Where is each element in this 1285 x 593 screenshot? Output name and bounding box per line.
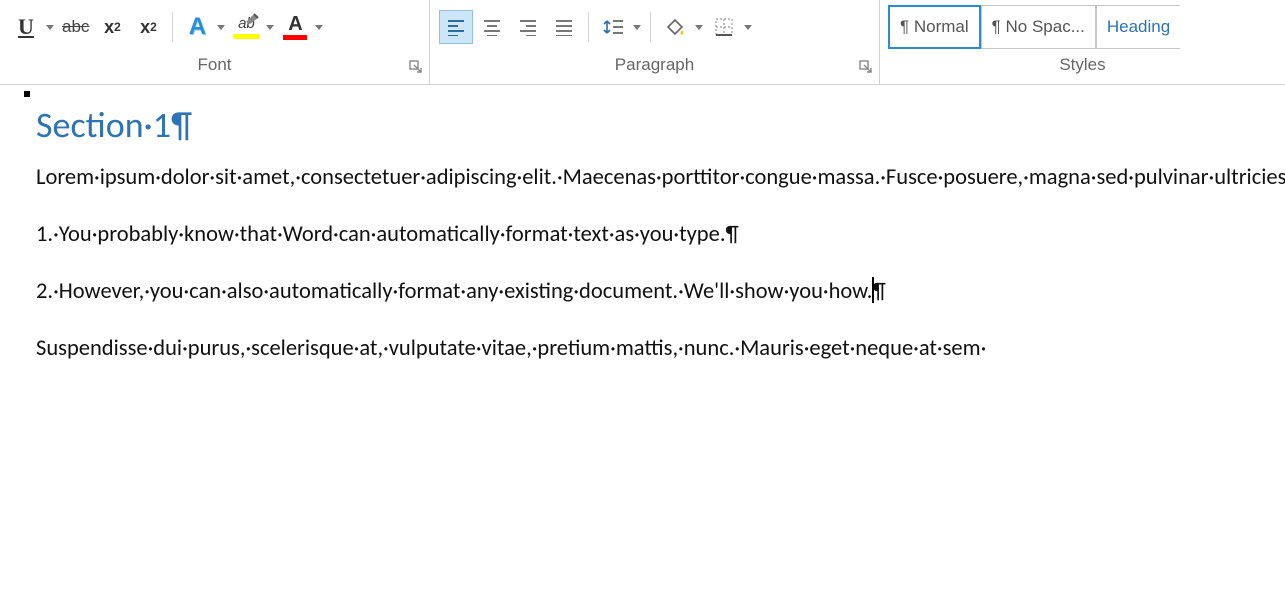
sup-label: x: [140, 17, 150, 38]
borders-icon: [714, 17, 734, 37]
text-effects-dropdown[interactable]: [215, 10, 228, 44]
borders-dropdown[interactable]: [742, 10, 755, 44]
shading-dropdown[interactable]: [693, 10, 706, 44]
sub-label: x: [104, 17, 114, 38]
highlighter-icon: [244, 12, 264, 24]
font-color-button[interactable]: A: [278, 10, 312, 44]
caret-down-icon: [695, 25, 703, 30]
sup-n: 2: [150, 20, 157, 34]
paragraph-4: Suspendisse·dui·purus,·scelerisque·at,·v…: [36, 332, 1255, 367]
group-font-label: Font: [0, 55, 429, 75]
dialog-launcher-icon: [859, 60, 873, 74]
align-center-button[interactable]: [475, 10, 509, 44]
caret-down-icon: [46, 25, 54, 30]
heading-section-1: Section·1¶: [36, 103, 1255, 147]
align-left-icon: [446, 18, 466, 36]
paragraph-3: 2.·However,·you·can·also·automatically·f…: [36, 275, 1255, 310]
group-paragraph: Paragraph: [430, 0, 880, 84]
font-color-dropdown[interactable]: [313, 10, 326, 44]
caret-down-icon: [744, 25, 752, 30]
line-spacing-dropdown[interactable]: [631, 10, 644, 44]
dialog-launcher-icon: [409, 60, 423, 74]
paragraph-dialog-launcher[interactable]: [859, 60, 873, 74]
group-styles: ¶ Normal ¶ No Spac... Heading Styles: [880, 0, 1285, 84]
font-color-swatch: [283, 35, 307, 40]
group-font: U abc x2 x2 A: [0, 0, 430, 84]
paragraph-2: 1.·You·probably·know·that·Word·can·autom…: [36, 218, 1255, 253]
separator: [172, 12, 173, 42]
paragraph-1: Lorem·ipsum·dolor·sit·amet,·consectetuer…: [36, 161, 1255, 196]
separator: [588, 12, 589, 42]
text-cursor-icon: [872, 277, 874, 303]
style-normal[interactable]: ¶ Normal: [888, 5, 981, 49]
align-right-button[interactable]: [511, 10, 545, 44]
line-spacing-icon: [602, 17, 624, 37]
underline-dropdown[interactable]: [44, 10, 57, 44]
underline-label: U: [18, 14, 34, 40]
caret-down-icon: [633, 25, 641, 30]
align-center-icon: [482, 18, 502, 36]
caret-down-icon: [266, 25, 274, 30]
justify-button[interactable]: [547, 10, 581, 44]
paint-bucket-icon: [664, 17, 686, 37]
strikethrough-button[interactable]: abc: [58, 10, 93, 44]
highlight-button[interactable]: ab: [229, 10, 263, 44]
ribbon: U abc x2 x2 A: [0, 0, 1285, 85]
separator: [650, 12, 651, 42]
align-left-button[interactable]: [439, 10, 473, 44]
caret-down-icon: [217, 25, 225, 30]
style-heading1-label: Heading: [1107, 17, 1170, 37]
highlight-dropdown[interactable]: [264, 10, 277, 44]
anchor-mark-icon: [24, 91, 30, 97]
highlight-color-swatch: [233, 34, 259, 39]
document-area[interactable]: Section·1¶ Lorem·ipsum·dolor·sit·amet,·c…: [0, 85, 1285, 367]
align-right-icon: [518, 18, 538, 36]
caret-down-icon: [315, 25, 323, 30]
font-color-label: A: [288, 14, 302, 34]
style-nospacing-label: ¶ No Spac...: [992, 17, 1085, 37]
style-normal-label: ¶ Normal: [900, 17, 969, 37]
effects-label: A: [189, 13, 206, 41]
borders-button[interactable]: [707, 10, 741, 44]
underline-button[interactable]: U: [9, 10, 43, 44]
style-heading1[interactable]: Heading: [1096, 5, 1180, 49]
paragraph-3-text: 2.·However,·you·can·also·automatically·f…: [36, 278, 886, 305]
font-dialog-launcher[interactable]: [409, 60, 423, 74]
line-spacing-button[interactable]: [596, 10, 630, 44]
subscript-button[interactable]: x2: [95, 10, 129, 44]
strike-label: abc: [62, 17, 89, 37]
style-no-spacing[interactable]: ¶ No Spac...: [981, 5, 1096, 49]
superscript-button[interactable]: x2: [131, 10, 165, 44]
group-styles-label: Styles: [880, 55, 1285, 75]
group-paragraph-label: Paragraph: [430, 55, 879, 75]
sub-n: 2: [114, 20, 121, 34]
shading-button[interactable]: [658, 10, 692, 44]
text-effects-button[interactable]: A: [180, 10, 214, 44]
justify-icon: [554, 18, 574, 36]
